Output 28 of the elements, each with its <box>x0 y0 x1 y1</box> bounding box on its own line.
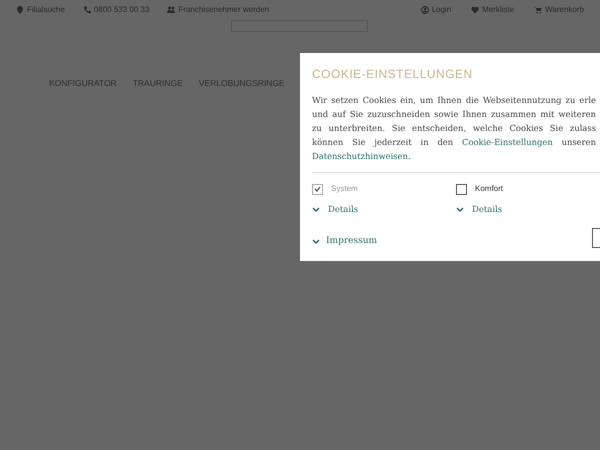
checkbox-label: System <box>331 183 358 195</box>
users-icon <box>167 6 176 14</box>
top-bar-link[interactable]: Filialsuche <box>27 4 65 16</box>
chevron-down-icon <box>312 207 320 214</box>
top-bar-link[interactable]: 0800 533 00 33 <box>94 4 150 16</box>
nav-link[interactable]: TRAURINGE <box>132 77 183 90</box>
nav-link[interactable]: KONFIGURATOR <box>49 77 117 90</box>
cart-icon <box>534 6 542 14</box>
dialog-title: COOKIE-EINSTELLUNGEN <box>312 66 474 83</box>
top-bar-link[interactable]: Franchisenehmer werden <box>178 4 270 16</box>
checkbox[interactable] <box>456 184 467 194</box>
chevron-down-icon <box>312 238 320 244</box>
button[interactable] <box>592 228 600 248</box>
impressum-link[interactable]: Impressum <box>326 234 378 248</box>
nav-link[interactable]: VERLOBUNGSRINGE <box>198 77 285 90</box>
heart-icon <box>471 6 480 14</box>
text-link[interactable]: Cookie-Einstellungen <box>462 137 553 147</box>
checkbox-label: Komfort <box>475 183 504 195</box>
top-bar-link[interactable]: Merkliste <box>482 4 514 16</box>
text-link[interactable]: Datenschutzhinweisen <box>312 151 408 161</box>
details-link[interactable]: Details <box>472 204 502 217</box>
location-pin-icon <box>16 6 24 14</box>
chevron-down-icon <box>456 207 464 214</box>
top-bar-link[interactable]: Login <box>432 4 452 16</box>
phone-icon <box>82 6 91 14</box>
top-bar-link[interactable]: Warenkorb <box>545 4 584 16</box>
cookie-text: Wir setzen Cookies ein, um Ihnen die Webseitennutzung zu erle und auf Sie zuzuschneiden sowie Ihnen zusammen mit weiteren zu unterbreiten. Sie entscheiden, welche Cookies Sie zulass können Sie jederzeit in den Cookie-Einstellungen unseren Datenschutzhinweisen. <box>312 94 596 163</box>
user-icon <box>420 6 429 14</box>
